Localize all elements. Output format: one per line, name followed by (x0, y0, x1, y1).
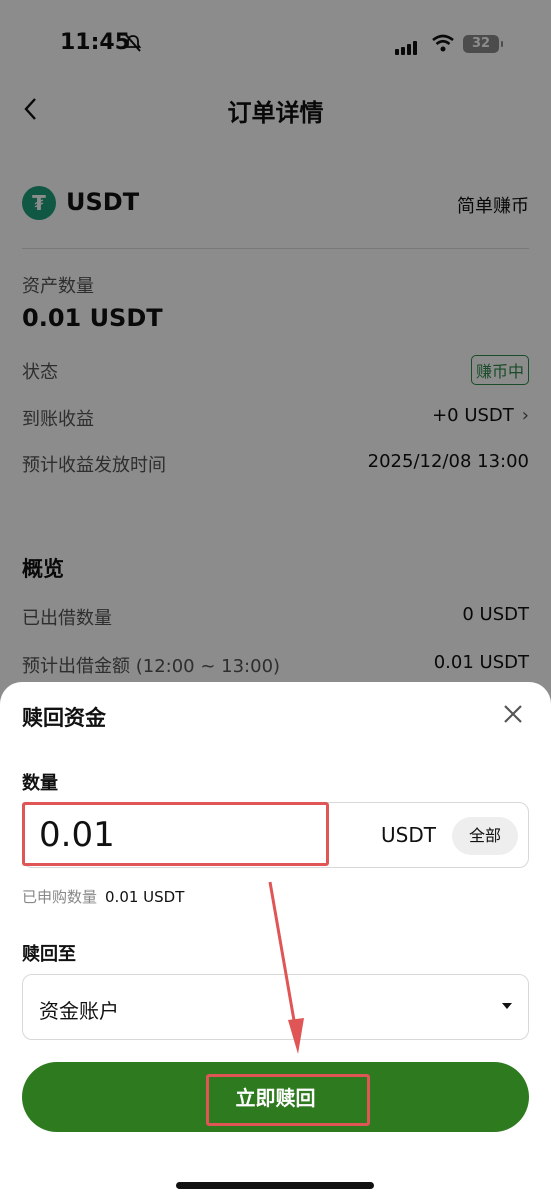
close-icon[interactable] (501, 702, 525, 726)
annotation-highlight-box (22, 802, 329, 866)
sheet-title: 赎回资金 (22, 706, 106, 730)
redeem-sheet: 赎回资金 数量 0.01 USDT 全部 已申购数量 0.01 USDT 赎回至 … (0, 682, 551, 1200)
annotation-highlight-box (206, 1074, 370, 1126)
unit-label: USDT (381, 823, 436, 847)
subscribed-value: 0.01 USDT (105, 888, 185, 906)
all-button[interactable]: 全部 (452, 817, 518, 855)
caret-down-icon (502, 1003, 512, 1009)
subscribed-row: 已申购数量 0.01 USDT (22, 886, 184, 907)
subscribed-label: 已申购数量 (22, 888, 98, 906)
account-value: 资金账户 (39, 999, 119, 1023)
redeem-to-label: 赎回至 (22, 944, 76, 965)
account-select[interactable]: 资金账户 (22, 974, 529, 1040)
home-indicator (176, 1182, 374, 1189)
quantity-label: 数量 (22, 773, 58, 794)
